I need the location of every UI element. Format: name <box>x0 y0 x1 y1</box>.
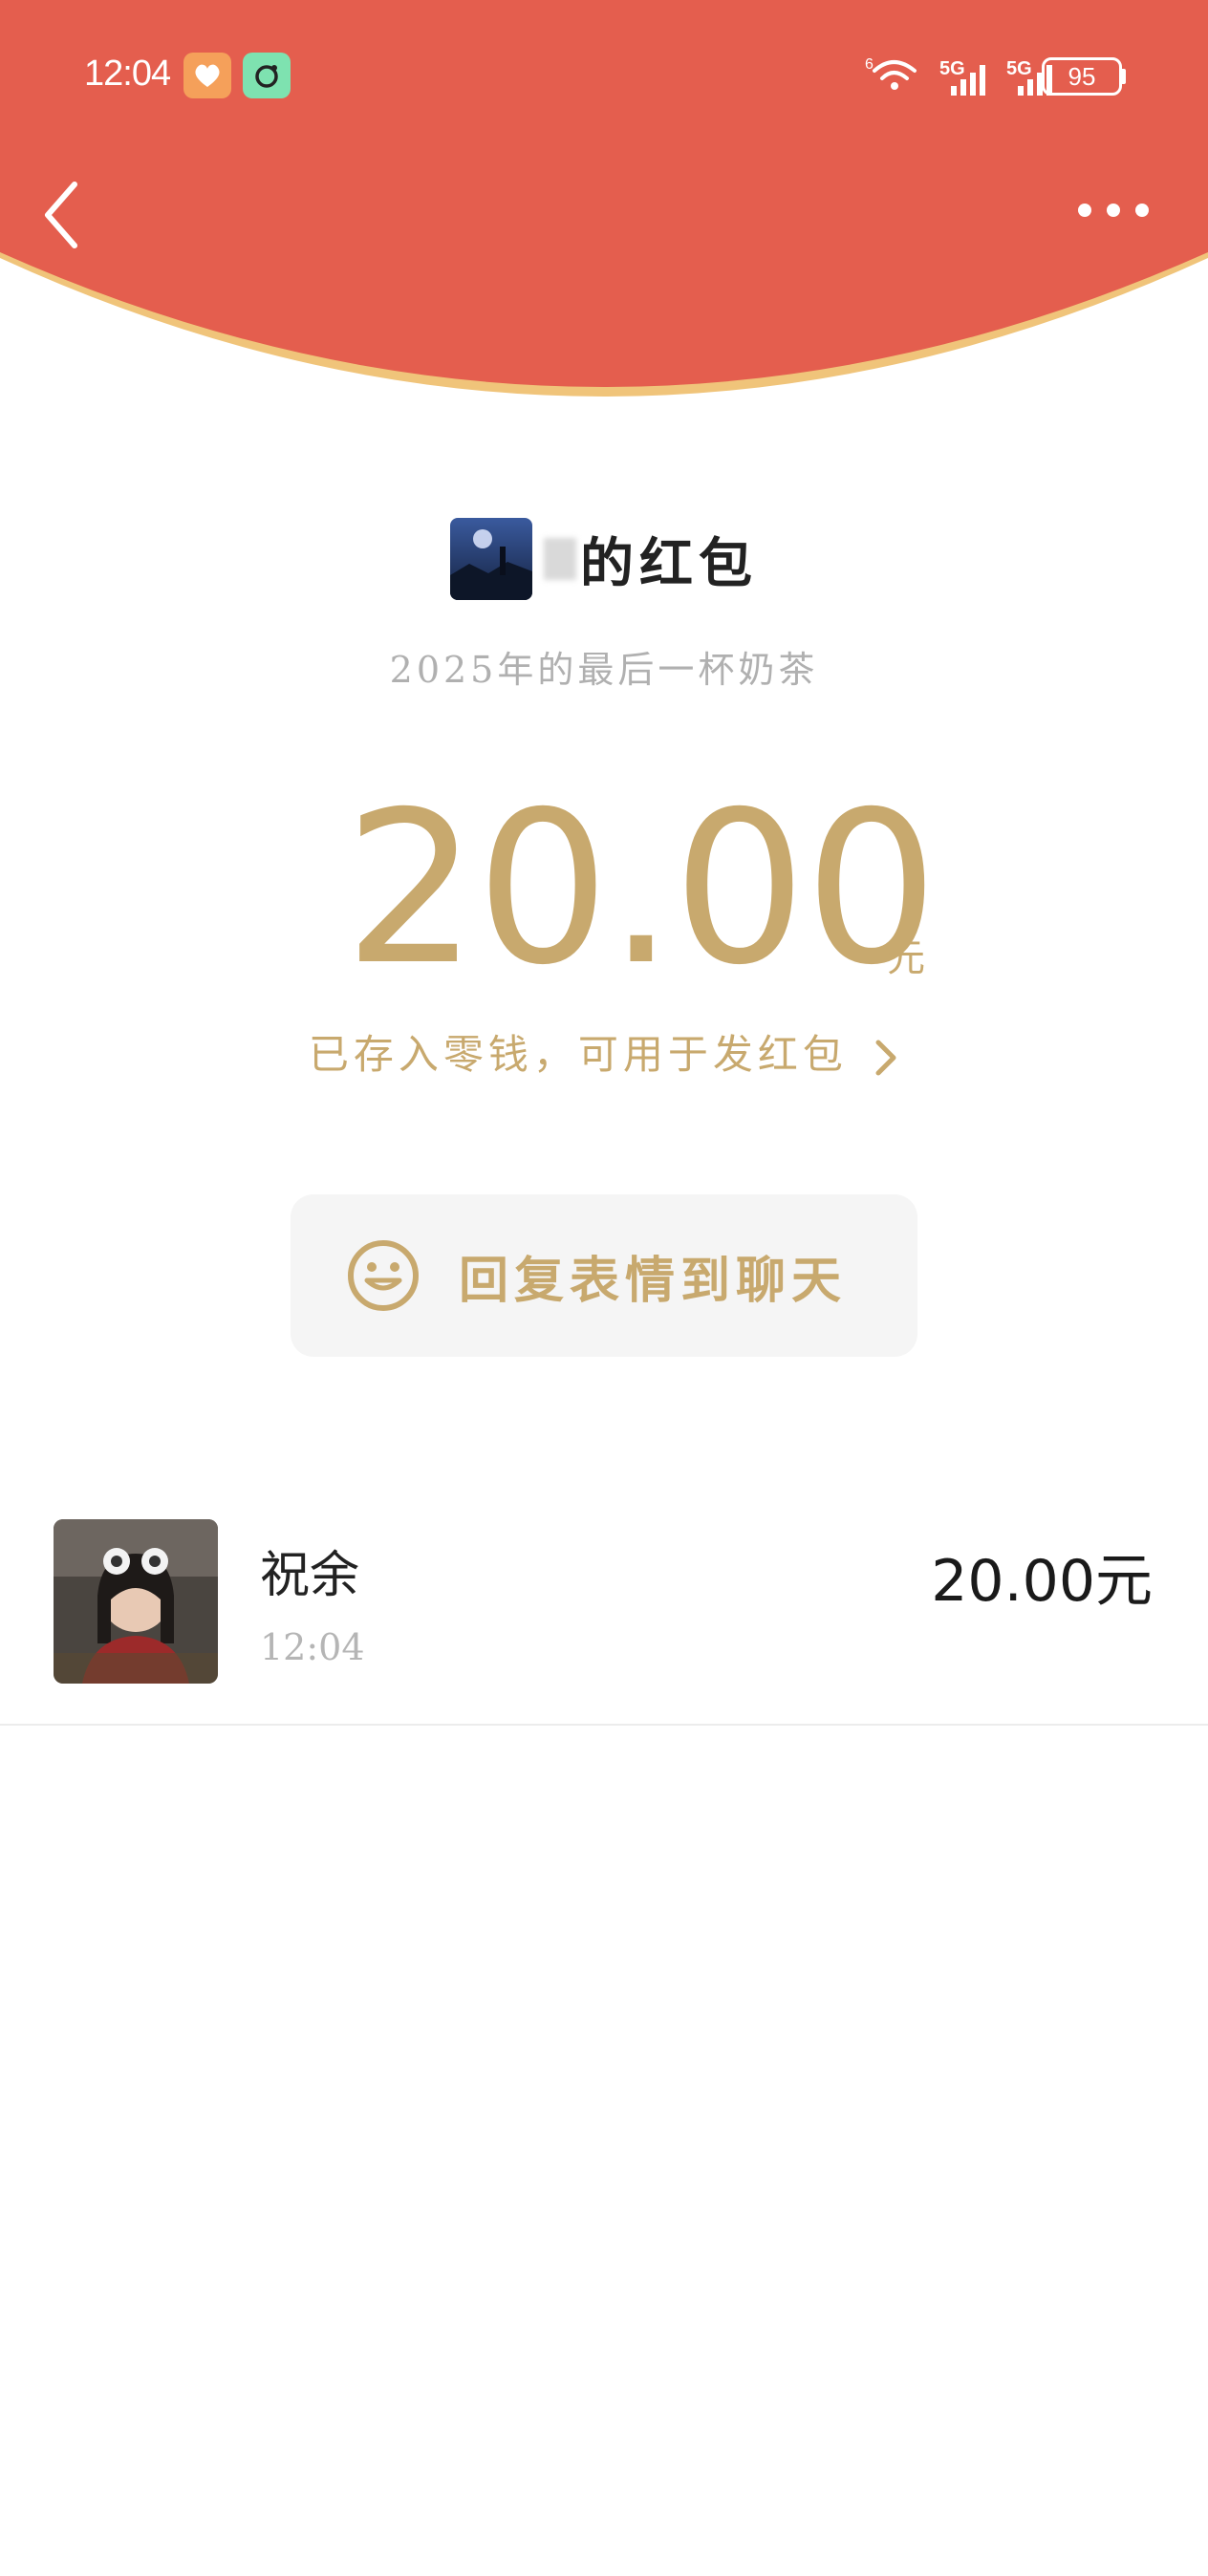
back-button[interactable] <box>38 177 86 253</box>
receiver-amount: 20.00元 <box>931 1548 1153 1615</box>
sender-name-blurred <box>544 538 576 580</box>
more-button[interactable] <box>1070 191 1156 229</box>
chevron-left-icon <box>45 182 77 248</box>
smiley-icon <box>348 1240 419 1311</box>
packet-message: 2025年的最后一杯奶茶 <box>389 649 819 691</box>
sender-avatar[interactable] <box>450 518 532 600</box>
deposit-text: 已存入零钱，可用于发红包 <box>308 1031 848 1078</box>
receiver-time: 12:04 <box>260 1626 365 1668</box>
packet-amount: 20.00 <box>344 766 938 1011</box>
status-time: 12:04 <box>84 54 171 94</box>
camera-app-icon <box>243 53 291 98</box>
battery-indicator: 95 <box>1042 57 1122 96</box>
svg-text:5G: 5G <box>1006 58 1032 79</box>
deposit-link[interactable]: 已存入零钱，可用于发红包 <box>0 1022 1208 1081</box>
amount-unit: 元 <box>887 936 925 980</box>
battery-tip <box>1120 69 1126 84</box>
sender-row: 的红包 <box>0 516 1208 602</box>
header: 12:04 6 5G 5G 95 <box>0 0 1208 420</box>
receiver-row[interactable]: 祝余 12:04 20.00元 <box>0 1500 1208 1726</box>
reply-sticker-button[interactable]: 回复表情到聊天 <box>291 1194 917 1357</box>
sender-title: 的红包 <box>580 531 758 595</box>
receiver-avatar[interactable] <box>54 1519 218 1684</box>
cell-signal-icon-1: 5G <box>939 58 985 96</box>
svg-text:5G: 5G <box>939 58 965 79</box>
receiver-name: 祝余 <box>260 1547 360 1604</box>
wifi-icon <box>873 60 917 80</box>
chevron-right-icon <box>875 1040 896 1076</box>
ellipsis-icon <box>1078 204 1149 217</box>
svg-text:6: 6 <box>865 56 874 73</box>
reply-label: 回复表情到聊天 <box>459 1251 848 1310</box>
heart-app-icon <box>183 53 231 98</box>
